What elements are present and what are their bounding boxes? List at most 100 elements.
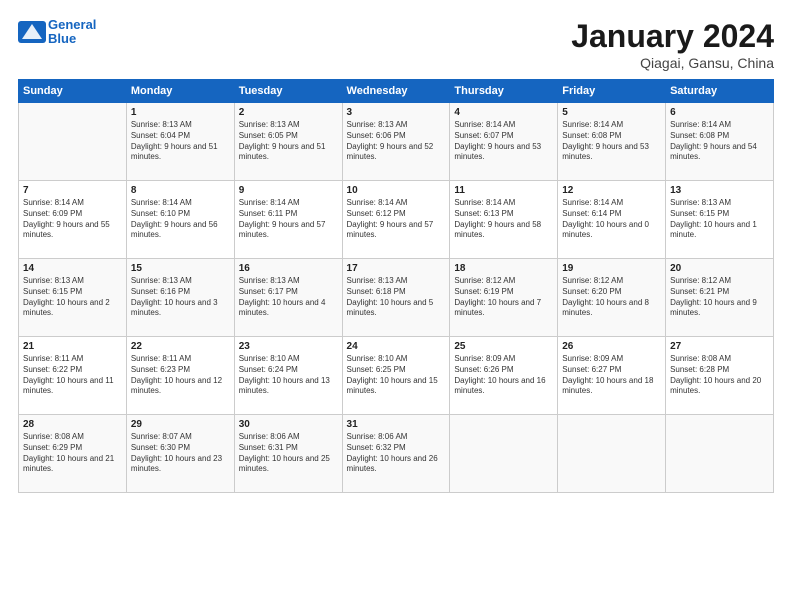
- calendar-cell: 21 Sunrise: 8:11 AMSunset: 6:22 PMDayligh…: [19, 337, 127, 415]
- calendar-cell: [19, 103, 127, 181]
- calendar-cell: 12 Sunrise: 8:14 AMSunset: 6:14 PMDayligh…: [558, 181, 666, 259]
- day-number: 4: [454, 107, 553, 118]
- cell-info: Sunrise: 8:10 AMSunset: 6:25 PMDaylight:…: [347, 354, 446, 397]
- calendar-cell: 30Sunrise: 8:06 AMSunset: 6:31 PMDayligh…: [234, 415, 342, 493]
- cell-info: Sunrise: 8:13 AMSunset: 6:17 PMDaylight:…: [239, 276, 338, 319]
- day-number: 25: [454, 341, 553, 352]
- calendar-cell: 10 Sunrise: 8:14 AMSunset: 6:12 PMDayligh…: [342, 181, 450, 259]
- day-number: 18: [454, 263, 553, 274]
- cell-info: Sunrise: 8:06 AMSunset: 6:32 PMDaylight:…: [347, 432, 446, 475]
- cell-info: Sunrise: 8:13 AMSunset: 6:15 PMDaylight:…: [23, 276, 122, 319]
- weekday-header-row: SundayMondayTuesdayWednesdayThursdayFrid…: [19, 80, 774, 103]
- page: General Blue January 2024 Qiagai, Gansu,…: [0, 0, 792, 612]
- day-number: 17: [347, 263, 446, 274]
- day-number: 26: [562, 341, 661, 352]
- calendar-cell: 22Sunrise: 8:11 AMSunset: 6:23 PMDayligh…: [126, 337, 234, 415]
- cell-info: Sunrise: 8:14 AMSunset: 6:07 PMDaylight:…: [454, 120, 553, 163]
- day-number: 5: [562, 107, 661, 118]
- day-number: 29: [131, 419, 230, 430]
- calendar-cell: 24 Sunrise: 8:10 AMSunset: 6:25 PMDayligh…: [342, 337, 450, 415]
- page-subtitle: Qiagai, Gansu, China: [571, 55, 774, 71]
- weekday-header-tuesday: Tuesday: [234, 80, 342, 103]
- day-number: 3: [347, 107, 446, 118]
- cell-info: Sunrise: 8:13 AMSunset: 6:18 PMDaylight:…: [347, 276, 446, 319]
- header: General Blue January 2024 Qiagai, Gansu,…: [18, 18, 774, 71]
- week-row-4: 21 Sunrise: 8:11 AMSunset: 6:22 PMDayligh…: [19, 337, 774, 415]
- calendar-cell: [558, 415, 666, 493]
- day-number: 23: [239, 341, 338, 352]
- weekday-header-wednesday: Wednesday: [342, 80, 450, 103]
- cell-info: Sunrise: 8:06 AMSunset: 6:31 PMDaylight:…: [239, 432, 338, 475]
- cell-info: Sunrise: 8:13 AMSunset: 6:04 PMDaylight:…: [131, 120, 230, 163]
- calendar-cell: [450, 415, 558, 493]
- calendar-cell: 11 Sunrise: 8:14 AMSunset: 6:13 PMDayligh…: [450, 181, 558, 259]
- calendar-cell: 29Sunrise: 8:07 AMSunset: 6:30 PMDayligh…: [126, 415, 234, 493]
- cell-info: Sunrise: 8:14 AMSunset: 6:14 PMDaylight:…: [562, 198, 661, 241]
- week-row-3: 14 Sunrise: 8:13 AMSunset: 6:15 PMDayligh…: [19, 259, 774, 337]
- calendar-cell: 15 Sunrise: 8:13 AMSunset: 6:16 PMDayligh…: [126, 259, 234, 337]
- cell-info: Sunrise: 8:14 AMSunset: 6:13 PMDaylight:…: [454, 198, 553, 241]
- day-number: 31: [347, 419, 446, 430]
- day-number: 10: [347, 185, 446, 196]
- cell-info: Sunrise: 8:13 AMSunset: 6:06 PMDaylight:…: [347, 120, 446, 163]
- weekday-header-sunday: Sunday: [19, 80, 127, 103]
- day-number: 20: [670, 263, 769, 274]
- cell-info: Sunrise: 8:13 AMSunset: 6:05 PMDaylight:…: [239, 120, 338, 163]
- day-number: 8: [131, 185, 230, 196]
- cell-info: Sunrise: 8:14 AMSunset: 6:08 PMDaylight:…: [562, 120, 661, 163]
- logo-blue: Blue: [48, 32, 96, 46]
- weekday-header-saturday: Saturday: [666, 80, 774, 103]
- calendar-cell: 5 Sunrise: 8:14 AMSunset: 6:08 PMDaylight…: [558, 103, 666, 181]
- day-number: 11: [454, 185, 553, 196]
- week-row-5: 28Sunrise: 8:08 AMSunset: 6:29 PMDayligh…: [19, 415, 774, 493]
- calendar-cell: 31 Sunrise: 8:06 AMSunset: 6:32 PMDayligh…: [342, 415, 450, 493]
- day-number: 22: [131, 341, 230, 352]
- day-number: 15: [131, 263, 230, 274]
- cell-info: Sunrise: 8:08 AMSunset: 6:29 PMDaylight:…: [23, 432, 122, 475]
- day-number: 24: [347, 341, 446, 352]
- weekday-header-thursday: Thursday: [450, 80, 558, 103]
- cell-info: Sunrise: 8:14 AMSunset: 6:09 PMDaylight:…: [23, 198, 122, 241]
- day-number: 27: [670, 341, 769, 352]
- page-title: January 2024: [571, 18, 774, 55]
- logo: General Blue: [18, 18, 96, 47]
- logo-general: General: [48, 18, 96, 32]
- cell-info: Sunrise: 8:12 AMSunset: 6:20 PMDaylight:…: [562, 276, 661, 319]
- calendar-cell: 8 Sunrise: 8:14 AMSunset: 6:10 PMDaylight…: [126, 181, 234, 259]
- calendar-cell: 4 Sunrise: 8:14 AMSunset: 6:07 PMDaylight…: [450, 103, 558, 181]
- weekday-header-monday: Monday: [126, 80, 234, 103]
- calendar-cell: 16Sunrise: 8:13 AMSunset: 6:17 PMDayligh…: [234, 259, 342, 337]
- cell-info: Sunrise: 8:09 AMSunset: 6:27 PMDaylight:…: [562, 354, 661, 397]
- calendar-cell: 2Sunrise: 8:13 AMSunset: 6:05 PMDaylight…: [234, 103, 342, 181]
- calendar-cell: 28Sunrise: 8:08 AMSunset: 6:29 PMDayligh…: [19, 415, 127, 493]
- calendar-cell: 6Sunrise: 8:14 AMSunset: 6:08 PMDaylight…: [666, 103, 774, 181]
- calendar-cell: 18 Sunrise: 8:12 AMSunset: 6:19 PMDayligh…: [450, 259, 558, 337]
- day-number: 14: [23, 263, 122, 274]
- week-row-1: 1 Sunrise: 8:13 AMSunset: 6:04 PMDaylight…: [19, 103, 774, 181]
- cell-info: Sunrise: 8:12 AMSunset: 6:19 PMDaylight:…: [454, 276, 553, 319]
- day-number: 19: [562, 263, 661, 274]
- calendar-cell: 1 Sunrise: 8:13 AMSunset: 6:04 PMDaylight…: [126, 103, 234, 181]
- calendar-cell: 14 Sunrise: 8:13 AMSunset: 6:15 PMDayligh…: [19, 259, 127, 337]
- calendar-cell: 20 Sunrise: 8:12 AMSunset: 6:21 PMDayligh…: [666, 259, 774, 337]
- cell-info: Sunrise: 8:14 AMSunset: 6:10 PMDaylight:…: [131, 198, 230, 241]
- day-number: 21: [23, 341, 122, 352]
- calendar-cell: 13Sunrise: 8:13 AMSunset: 6:15 PMDayligh…: [666, 181, 774, 259]
- calendar-cell: 3 Sunrise: 8:13 AMSunset: 6:06 PMDaylight…: [342, 103, 450, 181]
- calendar-cell: 23Sunrise: 8:10 AMSunset: 6:24 PMDayligh…: [234, 337, 342, 415]
- weekday-header-friday: Friday: [558, 80, 666, 103]
- cell-info: Sunrise: 8:13 AMSunset: 6:16 PMDaylight:…: [131, 276, 230, 319]
- day-number: 6: [670, 107, 769, 118]
- day-number: 12: [562, 185, 661, 196]
- calendar-cell: 19 Sunrise: 8:12 AMSunset: 6:20 PMDayligh…: [558, 259, 666, 337]
- cell-info: Sunrise: 8:12 AMSunset: 6:21 PMDaylight:…: [670, 276, 769, 319]
- calendar-cell: 27Sunrise: 8:08 AMSunset: 6:28 PMDayligh…: [666, 337, 774, 415]
- calendar-cell: 17 Sunrise: 8:13 AMSunset: 6:18 PMDayligh…: [342, 259, 450, 337]
- day-number: 1: [131, 107, 230, 118]
- calendar-cell: 26 Sunrise: 8:09 AMSunset: 6:27 PMDayligh…: [558, 337, 666, 415]
- calendar-cell: 7Sunrise: 8:14 AMSunset: 6:09 PMDaylight…: [19, 181, 127, 259]
- general-blue-icon: [18, 21, 46, 43]
- cell-info: Sunrise: 8:14 AMSunset: 6:12 PMDaylight:…: [347, 198, 446, 241]
- cell-info: Sunrise: 8:11 AMSunset: 6:22 PMDaylight:…: [23, 354, 122, 397]
- calendar-cell: 9Sunrise: 8:14 AMSunset: 6:11 PMDaylight…: [234, 181, 342, 259]
